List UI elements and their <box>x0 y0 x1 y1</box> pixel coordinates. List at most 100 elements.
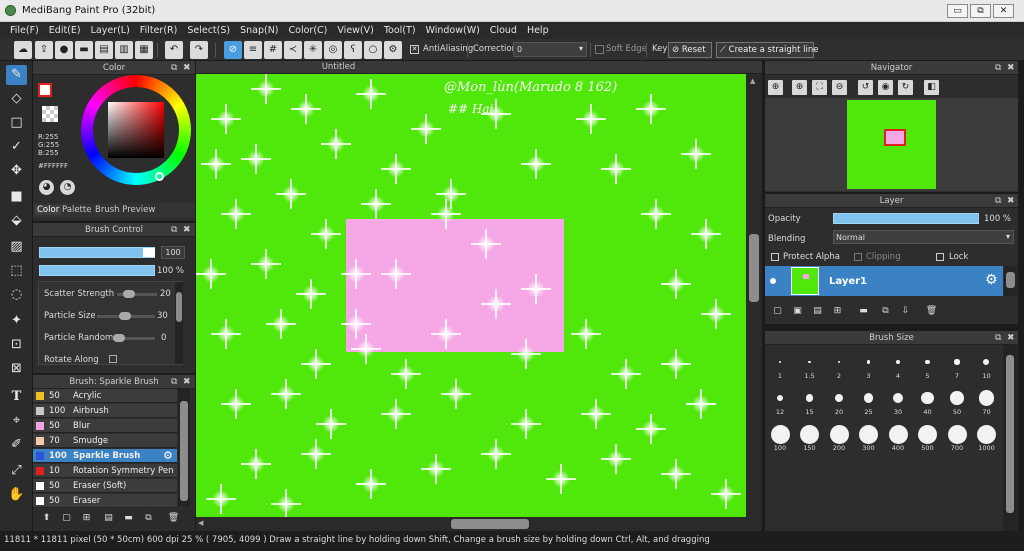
navigator-view-rect[interactable] <box>884 129 906 146</box>
flip-horizontal-icon[interactable]: ◧ <box>924 80 939 95</box>
duplicate-layer-icon[interactable]: ⧉ <box>878 304 893 319</box>
soft-edge-checkbox[interactable] <box>595 45 604 54</box>
menu-window[interactable]: Window(W) <box>421 22 485 39</box>
undock-icon[interactable]: ⧉ <box>171 225 177 235</box>
brush-size-preset[interactable] <box>805 394 814 402</box>
tab-untitled[interactable]: Untitled <box>196 62 481 72</box>
particle-random-slider[interactable] <box>113 334 125 342</box>
comment-icon[interactable]: ▬ <box>75 41 93 59</box>
undock-icon[interactable]: ⧉ <box>171 63 177 73</box>
brush-list-item[interactable]: 50 Acrylic <box>33 389 177 403</box>
scatter-strength-slider[interactable] <box>123 290 135 298</box>
particle-size-slider[interactable] <box>119 312 131 320</box>
brush-list-item[interactable]: 50 Eraser <box>33 494 177 508</box>
add-layer-menu-icon[interactable]: ⊞ <box>830 304 845 319</box>
new-layer-icon[interactable]: ▢ <box>770 304 785 319</box>
bucket-tool-icon[interactable]: ⬙ <box>6 211 27 231</box>
close-icon[interactable]: ✖ <box>1007 333 1015 343</box>
layer-opacity-slider[interactable] <box>833 213 979 224</box>
layer-scrollbar[interactable] <box>1004 266 1017 296</box>
snap-off-icon[interactable]: ⊘ <box>224 41 242 59</box>
close-icon[interactable]: ✖ <box>183 377 191 387</box>
lock-checkbox[interactable] <box>936 253 944 261</box>
brush-settings-icon[interactable]: ▤ <box>101 511 116 526</box>
brush-size-preset[interactable] <box>978 390 995 406</box>
brush-tool-icon[interactable]: ✎ <box>6 65 27 85</box>
folder-icon[interactable]: ▬ <box>121 511 136 526</box>
brush-size-preset[interactable] <box>954 359 960 365</box>
add-brush-icon[interactable]: ⊞ <box>79 511 94 526</box>
menu-view[interactable]: View(V) <box>332 22 378 39</box>
hue-handle[interactable] <box>155 172 164 181</box>
trash-icon[interactable]: 🗑 <box>924 304 939 319</box>
brush-size-preset[interactable] <box>776 394 784 402</box>
brush-list-scrollbar[interactable] <box>178 389 190 507</box>
navigator-preview[interactable] <box>765 98 1018 191</box>
lasso-tool-icon[interactable]: ◌ <box>6 285 27 305</box>
redo-icon[interactable]: ↷ <box>190 41 208 59</box>
brush-list-item[interactable]: 100 Airbrush <box>33 404 177 418</box>
menu-file[interactable]: File(F) <box>5 22 44 39</box>
zoom-in-2-icon[interactable]: ⊕ <box>792 80 807 95</box>
brush-size-preset[interactable] <box>918 424 937 444</box>
chat-icon[interactable]: ● <box>55 41 73 59</box>
menu-select[interactable]: Select(S) <box>182 22 235 39</box>
brush-size-preset[interactable] <box>921 391 934 404</box>
curve-snap-icon[interactable]: ʕ <box>344 41 362 59</box>
brush-size-preset[interactable] <box>950 391 964 405</box>
cloud-download-icon[interactable]: ⬆ <box>39 511 54 526</box>
reset-button[interactable]: ⊘ Reset <box>668 42 712 58</box>
scroll-up-icon[interactable]: ▲ <box>750 77 755 85</box>
menu-tool[interactable]: Tool(T) <box>379 22 421 39</box>
menu-filter[interactable]: Filter(R) <box>135 22 183 39</box>
rotate-left-icon[interactable]: ↺ <box>858 80 873 95</box>
rotate-along-checkbox[interactable] <box>109 355 117 363</box>
brush-list-item[interactable]: 50 Eraser (Soft) <box>33 479 177 493</box>
grid-snap-icon[interactable]: # <box>264 41 282 59</box>
new-8bit-layer-icon[interactable]: ▤ <box>810 304 825 319</box>
brush-size-preset[interactable] <box>800 424 819 444</box>
undock-icon[interactable]: ⧉ <box>995 333 1001 343</box>
straight-line-button[interactable]: ⟋ Create a straight line <box>716 42 819 58</box>
minimize-button[interactable]: ▭ <box>947 4 968 18</box>
menu-layer[interactable]: Layer(L) <box>86 22 135 39</box>
canvas-vscroll-thumb[interactable] <box>749 234 759 302</box>
brush-list-item[interactable]: 10 Rotation Symmetry Pen <box>33 464 177 478</box>
select-tool-icon[interactable]: ⬚ <box>6 261 27 281</box>
brush-size-preset[interactable] <box>983 358 990 365</box>
brush-size-preset[interactable] <box>888 424 908 444</box>
secondary-color-swatch[interactable] <box>42 106 58 122</box>
circle-snap-icon[interactable]: ○ <box>364 41 382 59</box>
trash-icon[interactable]: 🗑 <box>166 511 181 526</box>
operation-tool-icon[interactable]: ⌖ <box>6 411 27 431</box>
undock-icon[interactable]: ⧉ <box>171 377 177 387</box>
brush-size-preset[interactable] <box>925 359 930 365</box>
drawing-canvas[interactable]: @Mon_lùn(Marudo 8 162) ## Hai <box>196 74 746 517</box>
upload-icon[interactable]: ⇪ <box>35 41 53 59</box>
canvas-vertical-scrollbar[interactable]: ▲ <box>746 74 762 517</box>
duplicate-icon[interactable]: ⧉ <box>141 511 156 526</box>
settings-snap-icon[interactable]: ⚙ <box>384 41 402 59</box>
gear-icon[interactable]: ⚙ <box>163 449 173 462</box>
params-scrollbar[interactable] <box>175 282 183 364</box>
panels-icon[interactable]: ▥ <box>115 41 133 59</box>
new-halftone-layer-icon[interactable]: ▣ <box>790 304 805 319</box>
menu-snap[interactable]: Snap(N) <box>235 22 283 39</box>
select-pen-icon[interactable]: ⊡ <box>6 335 27 355</box>
radial-snap-icon[interactable]: ✳ <box>304 41 322 59</box>
hand-tool-icon[interactable]: ✋ <box>6 485 27 505</box>
close-icon[interactable]: ✖ <box>183 63 191 73</box>
primary-color-swatch[interactable] <box>38 83 52 97</box>
document-icon[interactable]: ▤ <box>95 41 113 59</box>
concentric-snap-icon[interactable]: ◎ <box>324 41 342 59</box>
select-pen-tool-icon[interactable]: ✓ <box>6 137 27 157</box>
close-icon[interactable]: ✖ <box>1007 63 1015 73</box>
antialias-checkbox[interactable]: ✕ <box>410 45 419 54</box>
brush-opacity-slider[interactable] <box>39 265 155 276</box>
palette-icon[interactable]: ◕ <box>39 180 54 195</box>
brush-list-item[interactable]: 70 Smudge <box>33 434 177 448</box>
brush-size-preset[interactable] <box>866 360 871 364</box>
brush-size-scrollbar[interactable] <box>1003 345 1017 531</box>
folder-icon[interactable]: ▬ <box>856 304 871 319</box>
tab-color[interactable]: Color <box>35 205 62 215</box>
